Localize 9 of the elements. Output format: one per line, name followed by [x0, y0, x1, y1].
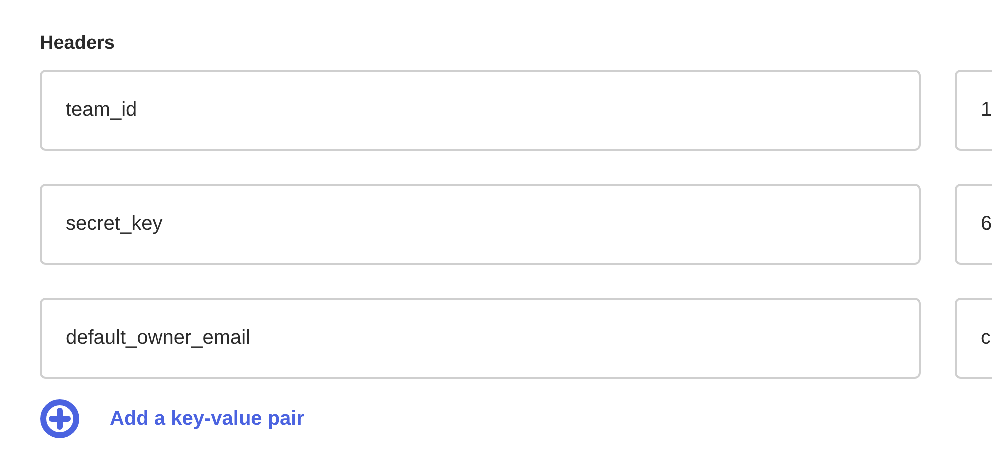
value-field[interactable]: c [955, 298, 992, 379]
value-field[interactable]: 6 [955, 184, 992, 265]
plus-circle-icon [40, 399, 80, 439]
key-field[interactable]: team_id [40, 70, 921, 151]
key-field[interactable]: default_owner_email [40, 298, 921, 379]
value-field[interactable]: 1 [955, 70, 992, 151]
section-title: Headers [40, 32, 116, 56]
add-pair-link[interactable]: Add a key-value pair [40, 399, 305, 439]
key-field[interactable]: secret_key [40, 184, 921, 265]
